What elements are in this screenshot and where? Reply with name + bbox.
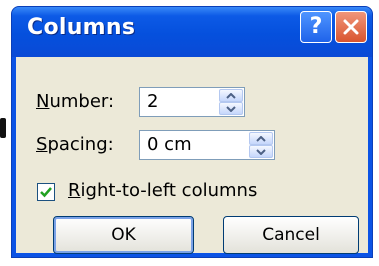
spacing-label: Spacing: [36,134,114,155]
stray-mark [0,118,6,138]
cancel-button[interactable]: Cancel [223,216,359,254]
close-button[interactable] [335,11,367,43]
spin-down-icon [226,105,236,112]
dialog-title: Columns [27,15,136,40]
spacing-spinbox[interactable]: 0 cm [139,130,275,160]
columns-dialog: Columns ? Number: 2 Spacing: 0 cm Right-… [11,6,373,258]
close-icon [343,19,359,35]
spin-down-icon [256,148,266,155]
spin-up-icon [226,92,236,99]
rtl-columns-checkbox[interactable] [37,183,55,201]
check-icon [40,187,52,198]
spacing-spin-down-button[interactable] [249,145,273,158]
number-label: Number: [36,91,115,112]
help-button[interactable]: ? [300,11,332,43]
dialog-body: Number: 2 Spacing: 0 cm Right-to-left co… [16,57,368,254]
spacing-value[interactable]: 0 cm [147,134,192,155]
number-spin-down-button[interactable] [219,102,243,115]
rtl-columns-label[interactable]: Right-to-left columns [68,180,257,201]
number-spinbox[interactable]: 2 [139,87,245,117]
spin-up-icon [256,135,266,142]
number-spin-up-button[interactable] [219,89,243,102]
spacing-spin-up-button[interactable] [249,132,273,145]
title-bar[interactable]: Columns ? [12,7,372,57]
help-icon: ? [309,14,323,39]
ok-button[interactable]: OK [53,216,194,254]
number-value[interactable]: 2 [147,91,158,112]
